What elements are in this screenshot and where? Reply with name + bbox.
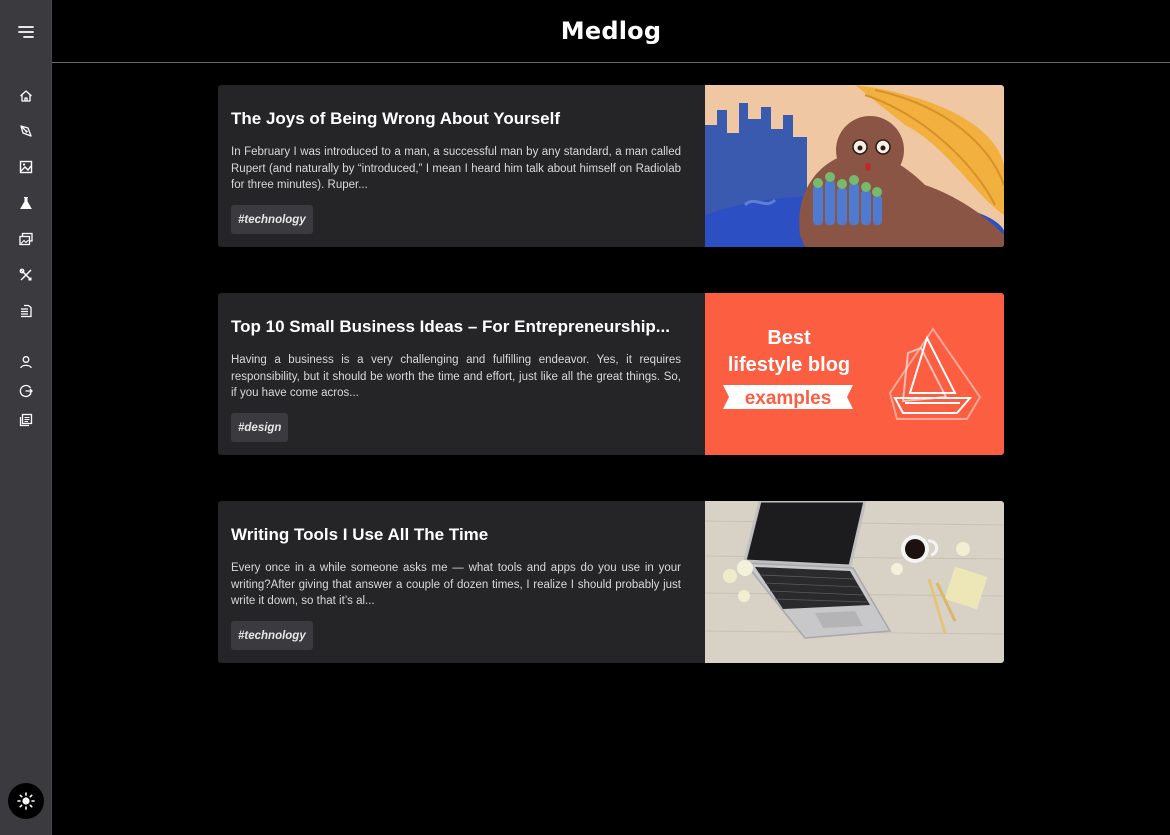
sun-icon [17, 792, 35, 810]
banner-line-1: Best [767, 327, 811, 349]
post-thumbnail[interactable] [705, 85, 1004, 247]
post-card[interactable]: Top 10 Small Business Ideas – For Entrep… [218, 293, 1004, 455]
collection-icon[interactable] [14, 408, 38, 432]
home-icon[interactable] [14, 84, 38, 108]
logout-icon[interactable] [14, 379, 38, 403]
post-thumbnail[interactable] [705, 501, 1004, 663]
banner-line-3: examples [745, 388, 832, 409]
menu-icon[interactable] [14, 20, 38, 44]
post-title[interactable]: Top 10 Small Business Ideas – For Entrep… [231, 317, 697, 337]
tools-icon[interactable] [14, 263, 38, 287]
banner-line-2: lifestyle blog [728, 354, 850, 376]
post-excerpt: Having a business is a very challenging … [231, 354, 681, 399]
post-card-body: The Joys of Being Wrong About Yourself I… [231, 85, 697, 247]
site-title[interactable]: Medlog [561, 17, 661, 45]
post-tag[interactable]: #technology [231, 621, 313, 650]
docs-icon[interactable] [14, 299, 38, 323]
post-card-body: Writing Tools I Use All The Time Every o… [231, 501, 697, 663]
user-icon[interactable] [14, 350, 38, 374]
post-card[interactable]: Writing Tools I Use All The Time Every o… [218, 501, 1004, 663]
laptop-desk-photo [705, 501, 1004, 663]
post-excerpt: Every once in a while someone asks me — … [231, 562, 681, 607]
sidebar [0, 0, 52, 835]
flask-icon[interactable] [14, 191, 38, 215]
top-header: Medlog [52, 0, 1170, 63]
post-title[interactable]: Writing Tools I Use All The Time [231, 525, 697, 545]
post-title[interactable]: The Joys of Being Wrong About Yourself [231, 109, 697, 129]
city-woman-illustration [705, 85, 1004, 247]
post-tag[interactable]: #technology [231, 205, 313, 234]
lifestyle-blog-banner: Best lifestyle blog examples [705, 293, 1004, 455]
post-thumbnail[interactable]: Best lifestyle blog examples [705, 293, 1004, 455]
post-tag[interactable]: #design [231, 413, 289, 442]
post-card[interactable]: The Joys of Being Wrong About Yourself I… [218, 85, 1004, 247]
theme-toggle-button[interactable] [8, 783, 44, 819]
pen-icon[interactable] [14, 119, 38, 143]
post-excerpt: In February I was introduced to a man, a… [231, 146, 681, 191]
post-card-body: Top 10 Small Business Ideas – For Entrep… [231, 293, 697, 455]
image-icon[interactable] [14, 155, 38, 179]
photos-icon[interactable] [14, 227, 38, 251]
